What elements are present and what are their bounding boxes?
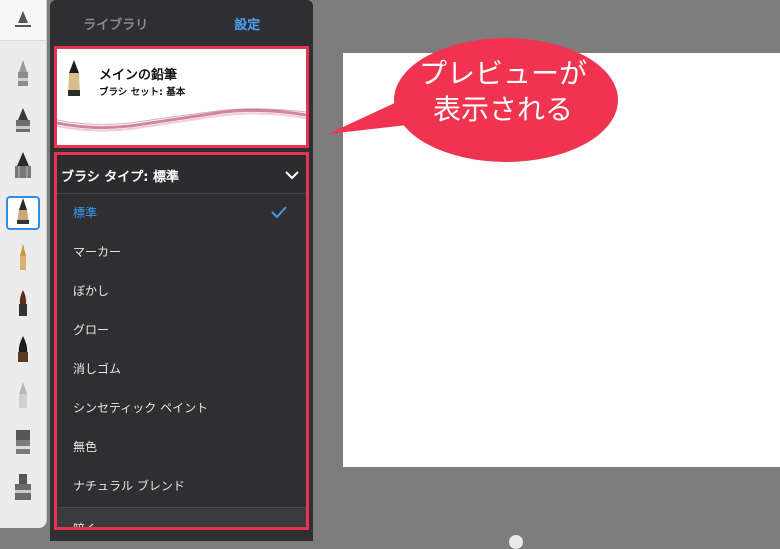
tab-library[interactable]: ライブラリ [50,0,182,46]
panel-tabs: ライブラリ 設定 [50,0,313,46]
brush-type-header[interactable]: ブラシ タイプ: 標準 [57,155,306,194]
option-colorless[interactable]: 無色 [57,427,306,465]
smudge-icon [11,380,35,414]
ink-brush-icon [11,334,35,368]
chevron-down-icon [284,167,300,181]
option-label: グロー [73,322,110,337]
brush-preview: メインの鉛筆 ブラシ セット: 基本 [54,46,309,148]
ballpoint-icon [11,196,35,230]
paintbrush-icon [11,288,35,322]
callout-line-2: 表示される [432,93,573,126]
brush-panel: ライブラリ 設定 メインの鉛筆 ブラシ セット: 基本 ブラシ タイプ: 標準 … [50,0,313,541]
option-label: ナチュラル ブレンド [73,478,185,493]
option-label: マーカー [73,244,122,259]
callout-text: プレビューが 表示される [395,56,611,128]
checkmark-icon [270,204,288,220]
brush-set: ブラシ セット: 基本 [99,87,186,98]
option-marker[interactable]: マーカー [57,232,306,270]
fill-icon [11,472,35,506]
brush-name: メインの鉛筆 [99,68,178,83]
brush-type-label: ブラシ タイプ: 標準 [61,170,179,185]
canvas-handle[interactable] [509,535,523,549]
tool-ink-brush[interactable] [6,334,40,368]
option-label: 標準 [73,205,98,220]
pen-icon [11,242,35,276]
option-label: 無色 [73,439,98,454]
marker-icon [11,104,35,138]
option-glow[interactable]: グロー [57,310,306,348]
tab-settings[interactable]: 設定 [182,0,314,46]
option-label: 消しゴム [73,361,122,376]
eraser-icon [11,426,35,460]
brush-toolbar [0,0,47,528]
brush-type-menu: ブラシ タイプ: 標準 標準 マーカー ぼかし グロー 消しゴム シンセティック… [54,152,309,530]
tool-pencil[interactable] [6,150,40,184]
tool-smudge[interactable] [6,380,40,414]
tool-marker[interactable] [6,104,40,138]
option-natural-blend[interactable]: ナチュラル ブレンド [57,466,306,504]
tool-pen[interactable] [6,242,40,276]
option-standard[interactable]: 標準 [57,193,306,231]
pencil-settings-icon [11,3,35,37]
option-label: シンセティック ペイント [73,400,209,415]
option-darken[interactable]: 暗く [57,507,306,530]
tool-ballpoint[interactable] [6,196,40,230]
tool-eraser[interactable] [6,426,40,460]
tool-paintbrush[interactable] [6,288,40,322]
tool-settings[interactable] [0,0,46,41]
airbrush-icon [11,58,35,92]
option-label: ぼかし [73,283,110,298]
option-blur[interactable]: ぼかし [57,271,306,309]
tool-fill[interactable] [6,472,40,506]
option-label: 暗く [73,522,98,530]
pencil-icon [11,150,35,184]
tool-airbrush[interactable] [6,58,40,92]
option-eraser[interactable]: 消しゴム [57,349,306,387]
callout-line-1: プレビューが [418,57,587,90]
preview-stroke [57,108,306,132]
pencil-icon [63,59,85,97]
option-synthetic-paint[interactable]: シンセティック ペイント [57,388,306,426]
